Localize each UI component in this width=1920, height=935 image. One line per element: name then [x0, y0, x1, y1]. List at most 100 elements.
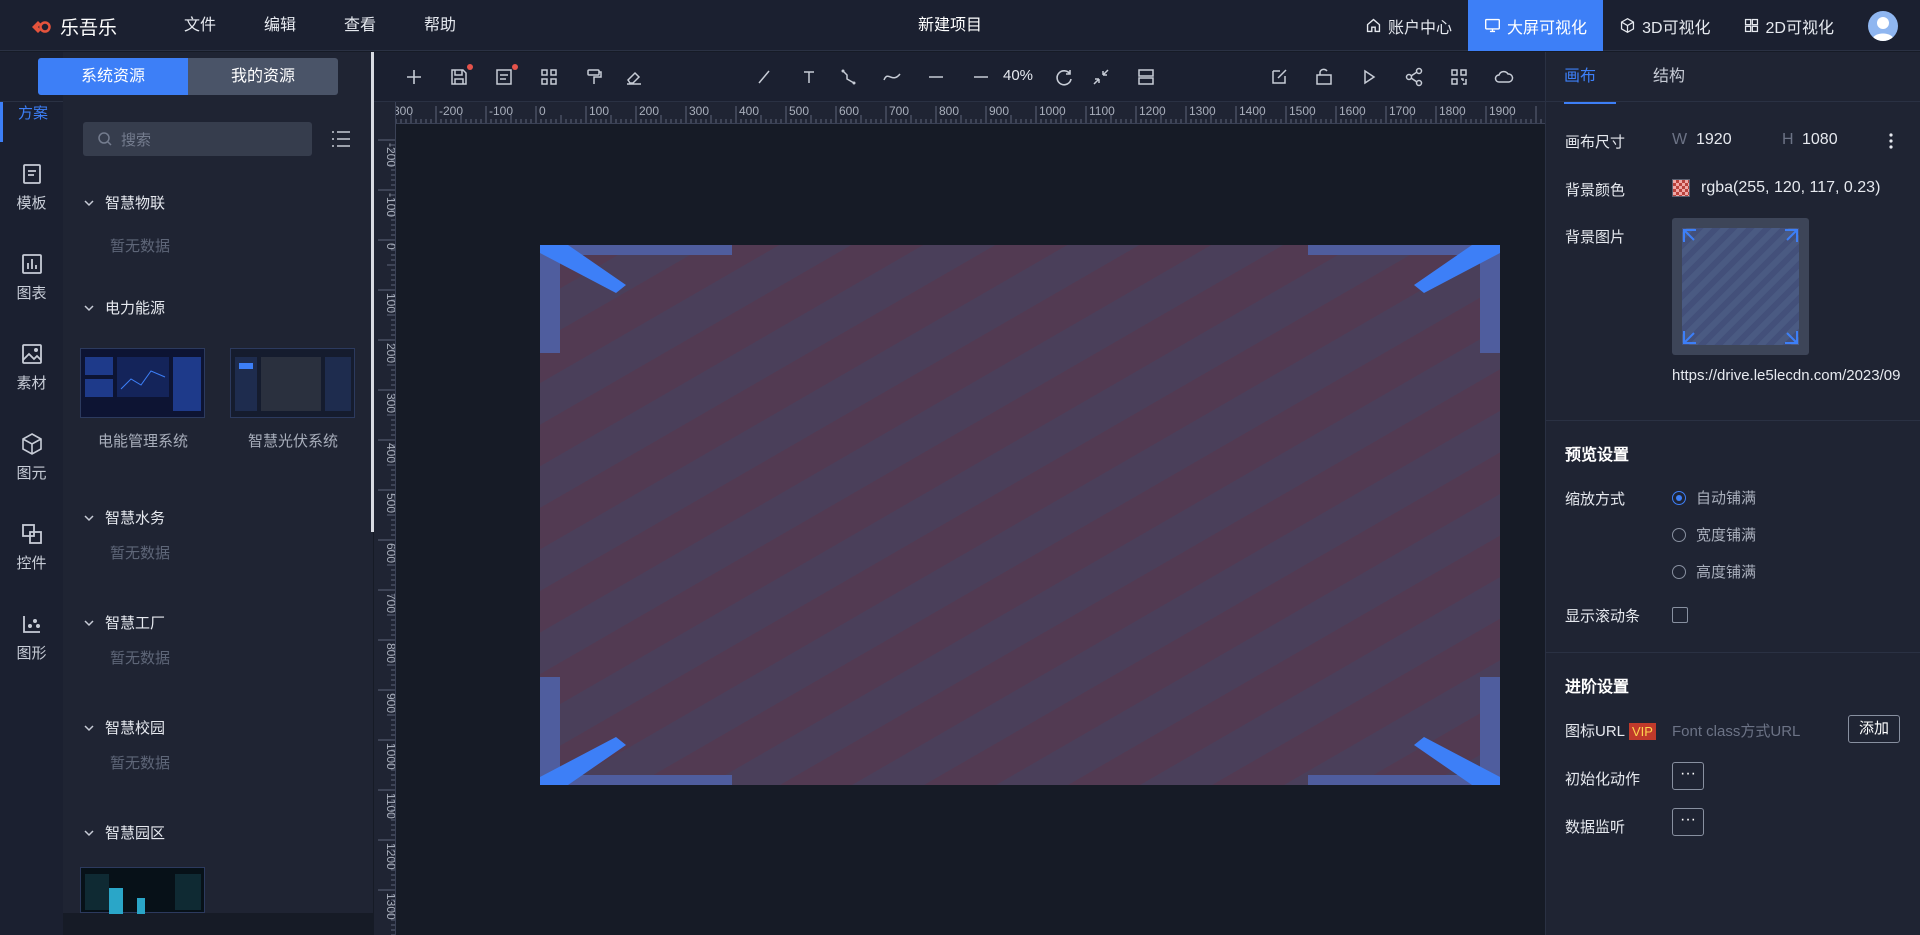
avatar[interactable]: [1868, 11, 1898, 41]
control-icon: [21, 523, 42, 544]
category-label: 电力能源: [105, 300, 166, 317]
ruler-label: 1300: [384, 893, 396, 920]
ruler-label: 1700: [1389, 104, 1416, 118]
polyline-tool[interactable]: [839, 67, 859, 87]
format-painter-button[interactable]: [584, 67, 604, 87]
line-tool[interactable]: [754, 67, 774, 87]
ruler-label: 100: [384, 293, 396, 313]
category-water[interactable]: 智慧水务: [83, 507, 165, 528]
template-thumbnail[interactable]: [80, 348, 205, 418]
bg-color-label: 背景颜色: [1565, 182, 1626, 199]
add-button[interactable]: [404, 67, 424, 87]
line-end-button[interactable]: [971, 67, 991, 87]
init-action-button[interactable]: ···: [1672, 762, 1704, 790]
ruler-label: 100: [589, 104, 609, 118]
line-style-button[interactable]: [926, 67, 946, 87]
qrcode-icon: [1451, 69, 1467, 85]
ruler-label: 1000: [1039, 104, 1066, 118]
rail-item-material[interactable]: 素材: [0, 322, 63, 412]
category-park[interactable]: 智慧园区: [83, 822, 165, 843]
height-input[interactable]: 1080: [1802, 131, 1838, 149]
bg-color-swatch[interactable]: [1672, 179, 1690, 197]
tab-my-resources[interactable]: 我的资源: [188, 58, 338, 95]
scrollbar-checkbox[interactable]: [1672, 607, 1688, 623]
components-button[interactable]: [539, 67, 559, 87]
tab-canvas[interactable]: 画布: [1564, 52, 1616, 104]
add-button[interactable]: 添加: [1848, 715, 1900, 743]
qrcode-button[interactable]: [1449, 67, 1469, 87]
rail-item-shape[interactable]: 图形: [0, 592, 63, 682]
category-power[interactable]: 电力能源: [83, 297, 165, 318]
icon-url-input[interactable]: Font class方式URL: [1672, 720, 1800, 741]
nav-account[interactable]: 账户中心: [1349, 0, 1468, 51]
refresh-button[interactable]: [1054, 67, 1074, 87]
tab-structure[interactable]: 结构: [1653, 52, 1685, 102]
category-factory[interactable]: 智慧工厂: [83, 612, 165, 633]
lock-icon: [1316, 68, 1332, 85]
zoom-level[interactable]: 40%: [1003, 67, 1033, 84]
properties-tabs: 画布 结构: [1546, 52, 1920, 104]
radio-height-fill[interactable]: 高度铺满: [1672, 561, 1756, 582]
nav-2d[interactable]: 2D可视化: [1727, 0, 1850, 51]
ruler-ticks: -300 -200 -100 0 100 200 300 400 500 600 700 800 900…: [385, 104, 1542, 123]
category-campus[interactable]: 智慧校园: [83, 717, 165, 738]
search-icon: [98, 132, 112, 146]
border-frame-icon: [540, 245, 1500, 785]
share-icon: [1405, 67, 1423, 87]
radio-width-fill[interactable]: 宽度铺满: [1672, 524, 1756, 545]
template-thumbnail[interactable]: [80, 867, 205, 914]
bg-image-url[interactable]: https://drive.le5lecdn.com/2023/09: [1672, 367, 1920, 384]
cloud-button[interactable]: [1494, 67, 1514, 87]
width-prefix: W: [1672, 131, 1688, 148]
ruler-label: 700: [889, 104, 909, 118]
nav-account-label: 账户中心: [1388, 19, 1453, 37]
rail-item-chart[interactable]: 图表: [0, 232, 63, 322]
width-input[interactable]: 1920: [1696, 131, 1732, 149]
divider: [1546, 652, 1920, 653]
menu-help[interactable]: 帮助: [400, 0, 480, 51]
rail-item-template[interactable]: 模板: [0, 142, 63, 232]
rail-label: 模板: [16, 194, 47, 212]
eraser-button[interactable]: [624, 67, 644, 87]
share-button[interactable]: [1404, 67, 1424, 87]
left-rail: 方案 模板 图表 素材 图元 控件 图形: [0, 52, 63, 935]
project-title[interactable]: 新建项目: [900, 0, 1000, 51]
layout-button[interactable]: [1136, 67, 1156, 87]
list-view-icon[interactable]: [331, 130, 351, 148]
cloud-icon: [1494, 70, 1514, 83]
canvas-artboard[interactable]: [540, 245, 1500, 785]
curve-tool[interactable]: [882, 67, 902, 87]
ruler-label: 1200: [384, 843, 396, 870]
app-logo[interactable]: 乐吾乐: [28, 13, 117, 40]
tab-system-resources[interactable]: 系统资源: [38, 58, 188, 95]
radio-auto-fill[interactable]: 自动铺满: [1672, 487, 1756, 508]
category-iot[interactable]: 智慧物联: [83, 192, 165, 213]
search-input[interactable]: 搜索: [83, 122, 312, 156]
preview-button[interactable]: [1359, 67, 1379, 87]
new-page-button[interactable]: [494, 64, 518, 87]
lock-button[interactable]: [1314, 67, 1334, 87]
rail-item-control[interactable]: 控件: [0, 502, 63, 592]
template-thumbnail[interactable]: [230, 348, 355, 418]
menu-file[interactable]: 文件: [160, 0, 240, 51]
radio-unchecked-icon: [1672, 564, 1686, 579]
rail-label: 图形: [16, 644, 47, 662]
data-monitor-button[interactable]: ···: [1672, 808, 1704, 836]
menu-view[interactable]: 查看: [320, 0, 400, 51]
rail-item-element[interactable]: 图元: [0, 412, 63, 502]
text-tool[interactable]: [799, 67, 819, 87]
top-bar: 乐吾乐 文件 编辑 查看 帮助 新建项目 账户中心 大屏可视化 3D可视化 2D…: [0, 0, 1920, 51]
top-nav: 账户中心 大屏可视化 3D可视化 2D可视化: [1349, 0, 1850, 51]
nav-3d[interactable]: 3D可视化: [1603, 0, 1726, 51]
nav-2d-label: 2D可视化: [1765, 19, 1834, 37]
bg-image-preview[interactable]: [1672, 218, 1809, 355]
edit-button[interactable]: [1269, 67, 1289, 87]
menu-edit[interactable]: 编辑: [240, 0, 320, 51]
more-vertical-icon[interactable]: [1888, 132, 1894, 150]
bg-color-value[interactable]: rgba(255, 120, 117, 0.23): [1701, 179, 1880, 197]
nav-dashboard[interactable]: 大屏可视化: [1468, 0, 1604, 51]
fit-button[interactable]: [1091, 67, 1111, 87]
properties-panel: 画布 结构 画布尺寸 W 1920 H 1080 背景颜色 rgba(255, …: [1545, 52, 1920, 935]
save-button[interactable]: [449, 64, 473, 87]
template-label: 智慧光伏系统: [247, 433, 338, 450]
